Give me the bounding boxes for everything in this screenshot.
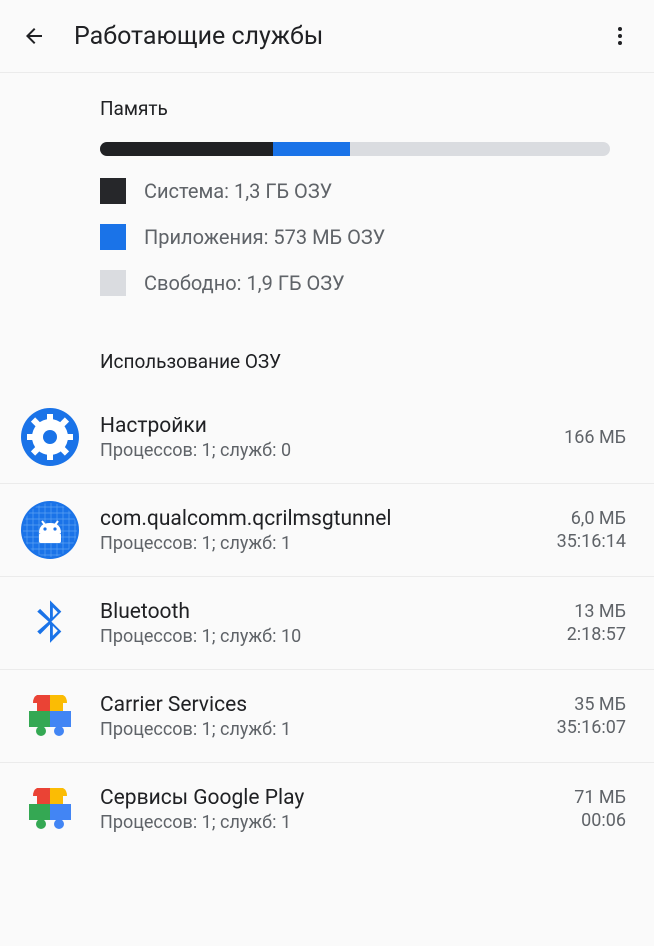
legend-apps: Приложения: 573 МБ ОЗУ — [100, 224, 626, 250]
swatch-system — [100, 178, 126, 204]
item-right: 71 МБ00:06 — [536, 787, 626, 831]
android-blue-icon — [20, 500, 80, 560]
item-body: НастройкиПроцессов: 1; служб: 0 — [100, 414, 524, 461]
item-memory: 166 МБ — [564, 427, 626, 448]
item-right: 35 МБ35:16:07 — [536, 694, 626, 738]
item-memory: 6,0 МБ — [571, 508, 626, 529]
item-subtitle: Процессов: 1; служб: 1 — [100, 719, 524, 740]
item-time: 35:16:07 — [557, 717, 626, 738]
item-body: Carrier ServicesПроцессов: 1; служб: 1 — [100, 693, 524, 740]
back-button[interactable] — [12, 14, 56, 58]
item-title: com.qualcomm.qcrilmsgtunnel — [100, 507, 524, 531]
item-memory: 13 МБ — [574, 601, 626, 622]
ram-usage-list: НастройкиПроцессов: 1; служб: 0 166 МБ com… — [0, 391, 654, 855]
play-services-icon — [20, 779, 80, 839]
memory-legend: Система: 1,3 ГБ ОЗУ Приложения: 573 МБ О… — [100, 178, 626, 296]
item-title: Bluetooth — [100, 600, 524, 624]
play-services-icon — [20, 686, 80, 746]
legend-system-label: Система: 1,3 ГБ ОЗУ — [144, 179, 332, 203]
item-right: 166 МБ — [536, 427, 626, 448]
item-time: 00:06 — [581, 810, 626, 831]
item-memory: 71 МБ — [574, 787, 626, 808]
legend-free: Свободно: 1,9 ГБ ОЗУ — [100, 270, 626, 296]
swatch-free — [100, 270, 126, 296]
item-right: 13 МБ2:18:57 — [536, 601, 626, 645]
item-subtitle: Процессов: 1; служб: 1 — [100, 533, 524, 554]
swatch-apps — [100, 224, 126, 250]
bluetooth-icon — [20, 593, 80, 653]
item-body: com.qualcomm.qcrilmsgtunnelПроцессов: 1;… — [100, 507, 524, 554]
legend-free-label: Свободно: 1,9 ГБ ОЗУ — [144, 271, 345, 295]
list-item[interactable]: com.qualcomm.qcrilmsgtunnelПроцессов: 1;… — [0, 484, 654, 577]
item-title: Настройки — [100, 414, 524, 438]
arrow-left-icon — [22, 24, 46, 48]
item-title: Сервисы Google Play — [100, 786, 524, 810]
ram-usage-header: Использование ОЗУ — [0, 312, 654, 391]
page-title: Работающие службы — [74, 22, 598, 51]
memory-bar — [100, 142, 610, 156]
memory-label: Память — [100, 97, 626, 120]
legend-apps-label: Приложения: 573 МБ ОЗУ — [144, 225, 385, 249]
item-right: 6,0 МБ35:16:14 — [536, 508, 626, 552]
item-body: Сервисы Google PlayПроцессов: 1; служб: … — [100, 786, 524, 833]
item-body: BluetoothПроцессов: 1; служб: 10 — [100, 600, 524, 647]
list-item[interactable]: НастройкиПроцессов: 1; служб: 0 166 МБ — [0, 391, 654, 484]
list-item[interactable]: Сервисы Google PlayПроцессов: 1; служб: … — [0, 763, 654, 855]
item-title: Carrier Services — [100, 693, 524, 717]
list-item[interactable]: BluetoothПроцессов: 1; служб: 10 13 МБ2:1… — [0, 577, 654, 670]
item-memory: 35 МБ — [574, 694, 626, 715]
memory-bar-system — [100, 142, 273, 156]
item-subtitle: Процессов: 1; служб: 0 — [100, 440, 524, 461]
settings-gear-icon — [20, 407, 80, 467]
item-time: 35:16:14 — [557, 531, 626, 552]
item-time: 2:18:57 — [567, 624, 626, 645]
list-item[interactable]: Carrier ServicesПроцессов: 1; служб: 1 35… — [0, 670, 654, 763]
memory-section: Память Система: 1,3 ГБ ОЗУ Приложения: 5… — [0, 73, 654, 312]
overflow-menu-button[interactable] — [598, 14, 642, 58]
item-subtitle: Процессов: 1; служб: 10 — [100, 626, 524, 647]
memory-bar-apps — [273, 142, 350, 156]
more-vert-icon — [608, 24, 632, 48]
item-subtitle: Процессов: 1; служб: 1 — [100, 812, 524, 833]
legend-system: Система: 1,3 ГБ ОЗУ — [100, 178, 626, 204]
app-header: Работающие службы — [0, 0, 654, 73]
